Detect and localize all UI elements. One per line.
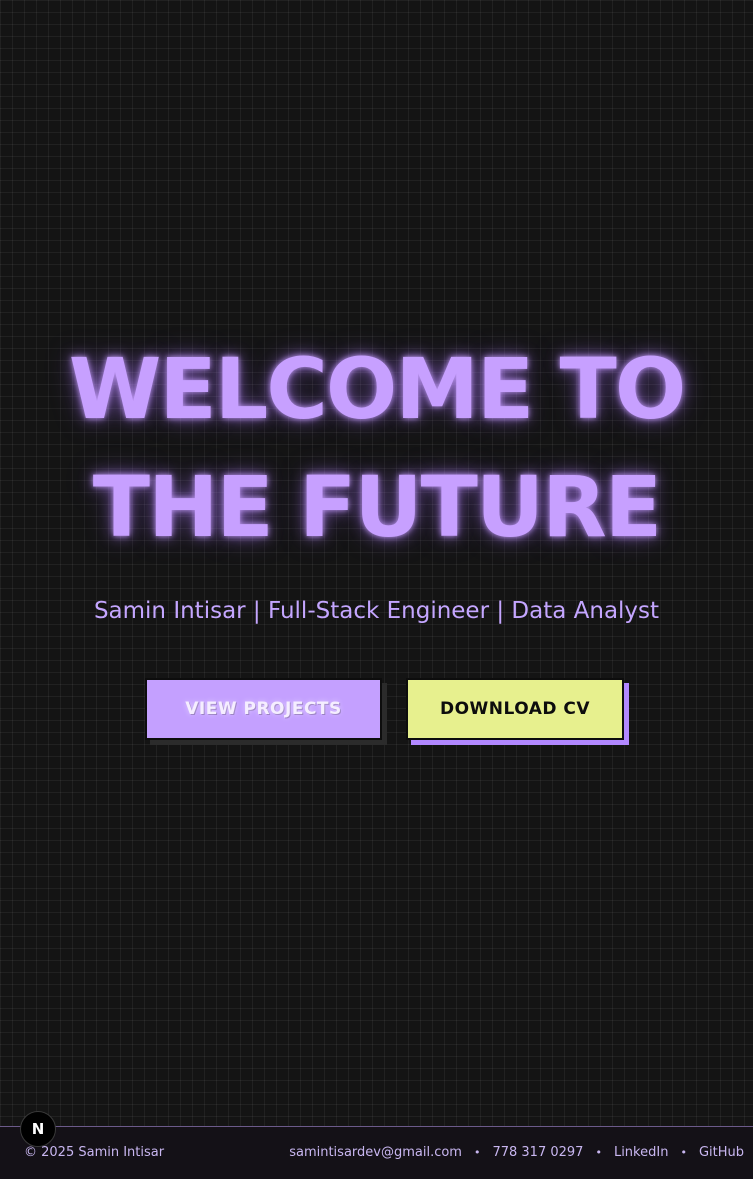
separator-dot: • [680, 1146, 687, 1159]
phone-link[interactable]: 778 317 0297 [492, 1145, 583, 1160]
separator-dot: • [595, 1146, 602, 1159]
badge-letter: N [31, 1120, 45, 1138]
footer: © 2025 Samin Intisar samintisardev@gmail… [0, 1126, 753, 1179]
download-cv-button[interactable]: DOWNLOAD CV [406, 678, 624, 740]
hero-subtitle: Samin Intisar | Full-Stack Engineer | Da… [93, 598, 660, 624]
hero-title-line-1: WELCOME TO [68, 340, 687, 438]
hero-title: WELCOME TO THE FUTURE [0, 330, 753, 566]
view-projects-button[interactable]: VIEW PROJECTS [145, 678, 382, 740]
copyright-text: © 2025 Samin Intisar [24, 1145, 165, 1160]
linkedin-link[interactable]: LinkedIn [614, 1145, 668, 1160]
hero-title-line-2: THE FUTURE [92, 458, 662, 556]
email-link[interactable]: samintisardev@gmail.com [289, 1145, 462, 1160]
separator-dot: • [473, 1146, 481, 1159]
github-link[interactable]: GitHub [699, 1145, 744, 1160]
nextjs-dev-badge-icon[interactable]: N [20, 1111, 56, 1147]
footer-links: samintisardev@gmail.com • 778 317 0297 •… [289, 1145, 744, 1160]
